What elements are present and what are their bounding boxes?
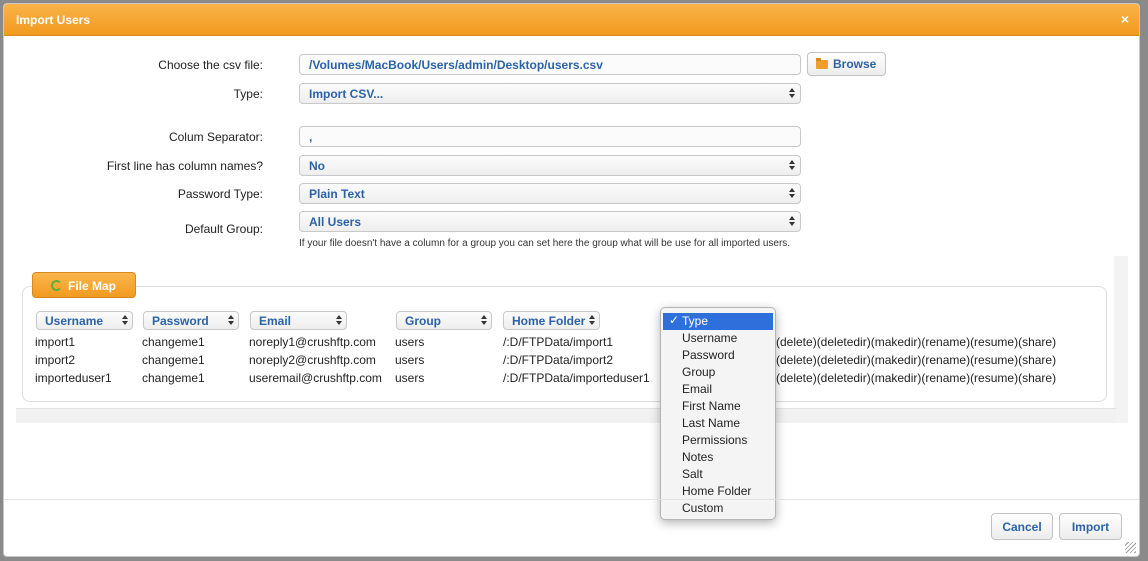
default-group-hint: If your file doesn't have a column for a…	[299, 238, 791, 249]
import-button[interactable]: Import	[1059, 513, 1122, 540]
column-select-value: Group	[405, 314, 441, 328]
column-select-value: Home Folder	[512, 314, 586, 328]
dropdown-option-label: Type	[682, 314, 709, 328]
dropdown-option-first-name[interactable]: First Name	[661, 398, 775, 415]
default-group-value: All Users	[309, 215, 362, 229]
dropdown-option-email[interactable]: Email	[661, 381, 775, 398]
separator-label: Colum Separator:	[168, 130, 263, 144]
csv-file-label: Choose the csv file:	[158, 58, 263, 72]
cancel-button[interactable]: Cancel	[991, 513, 1053, 540]
password-type-select[interactable]: Plain Text	[299, 183, 801, 204]
select-arrows-icon	[227, 313, 235, 327]
table-cell: noreply2@crushftp.com	[249, 353, 376, 367]
dropdown-option-username[interactable]: Username	[661, 330, 775, 347]
select-arrows-icon	[335, 313, 343, 327]
select-arrows-icon	[588, 313, 596, 327]
browse-button[interactable]: Browse	[807, 52, 886, 76]
dropdown-option-permissions[interactable]: Permissions	[661, 432, 775, 449]
default-group-label: Default Group:	[184, 222, 263, 236]
dropdown-option-notes[interactable]: Notes	[661, 449, 775, 466]
first-line-value: No	[309, 159, 325, 173]
dropdown-option-group[interactable]: Group	[661, 364, 775, 381]
table-cell: useremail@crushftp.com	[249, 371, 382, 385]
folder-open-icon	[816, 58, 828, 69]
column-select-home-folder[interactable]: Home Folder	[503, 311, 600, 330]
footer-divider	[4, 499, 1139, 500]
password-type-value: Plain Text	[309, 187, 365, 201]
table-cell: /:D/FTPData/import1	[503, 335, 614, 349]
table-cell: users	[395, 353, 425, 367]
first-line-select[interactable]: No	[299, 155, 801, 176]
close-icon[interactable]: ×	[1121, 11, 1129, 27]
select-arrows-icon	[788, 214, 796, 228]
table-cell: /:D/FTPData/importeduser1	[503, 371, 650, 385]
table-cell: changeme1	[142, 335, 205, 349]
select-arrows-icon	[788, 86, 796, 100]
table-cell: (delete)(deletedir)(makedir)(rename)(res…	[776, 371, 1057, 385]
csv-file-value: /Volumes/MacBook/Users/admin/Desktop/use…	[309, 58, 603, 72]
table-cell: import2	[35, 353, 76, 367]
type-value: Import CSV...	[309, 87, 384, 101]
dropdown-option-last-name[interactable]: Last Name	[661, 415, 775, 432]
select-arrows-icon	[788, 186, 796, 200]
horizontal-scrollbar[interactable]	[16, 408, 1116, 423]
table-cell: changeme1	[142, 353, 205, 367]
browse-label: Browse	[833, 57, 877, 71]
dropdown-option-salt[interactable]: Salt	[661, 466, 775, 483]
scroll-track[interactable]	[1114, 256, 1128, 423]
select-arrows-icon	[121, 313, 129, 327]
first-line-label: First line has column names?	[106, 159, 263, 173]
type-select[interactable]: Import CSV...	[299, 83, 801, 104]
checkmark-icon: ✓	[669, 313, 680, 327]
dialog-titlebar: Import Users ×	[4, 4, 1139, 36]
dropdown-option-type[interactable]: ✓ Type	[663, 313, 773, 330]
column-select-value: Username	[45, 314, 104, 328]
refresh-icon	[51, 280, 62, 291]
separator-value: ,	[309, 130, 313, 144]
column-select-username[interactable]: Username	[36, 311, 133, 330]
column-type-dropdown: ✓ Type Username Password Group Email Firs…	[660, 307, 776, 520]
column-select-group[interactable]: Group	[396, 311, 492, 330]
table-cell: import1	[35, 335, 76, 349]
csv-file-input[interactable]: /Volumes/MacBook/Users/admin/Desktop/use…	[299, 54, 801, 75]
column-select-email[interactable]: Email	[250, 311, 347, 330]
password-type-label: Password Type:	[177, 187, 263, 201]
column-select-value: Email	[259, 314, 292, 328]
import-users-dialog: Import Users × Choose the csv file: /Vol…	[3, 3, 1140, 557]
table-cell: (delete)(deletedir)(makedir)(rename)(res…	[776, 353, 1057, 367]
table-cell: /:D/FTPData/import2	[503, 353, 614, 367]
resize-grip-icon[interactable]	[1125, 542, 1136, 553]
table-cell: changeme1	[142, 371, 205, 385]
dialog-title: Import Users	[16, 13, 91, 27]
table-cell: noreply1@crushftp.com	[249, 335, 376, 349]
file-map-button[interactable]: File Map	[32, 272, 136, 298]
file-map-label: File Map	[68, 279, 117, 293]
table-cell: users	[395, 335, 425, 349]
table-cell: (delete)(deletedir)(makedir)(rename)(res…	[776, 335, 1057, 349]
select-arrows-icon	[480, 313, 488, 327]
dropdown-option-custom[interactable]: Custom	[661, 500, 775, 517]
type-label: Type:	[233, 87, 263, 101]
table-cell: users	[395, 371, 425, 385]
column-select-value: Password	[152, 314, 209, 328]
default-group-select[interactable]: All Users	[299, 211, 801, 232]
table-cell: importeduser1	[35, 371, 112, 385]
select-arrows-icon	[788, 158, 796, 172]
dropdown-option-home-folder[interactable]: Home Folder	[661, 483, 775, 500]
separator-input[interactable]: ,	[299, 126, 801, 147]
dropdown-option-password[interactable]: Password	[661, 347, 775, 364]
column-select-password[interactable]: Password	[143, 311, 239, 330]
